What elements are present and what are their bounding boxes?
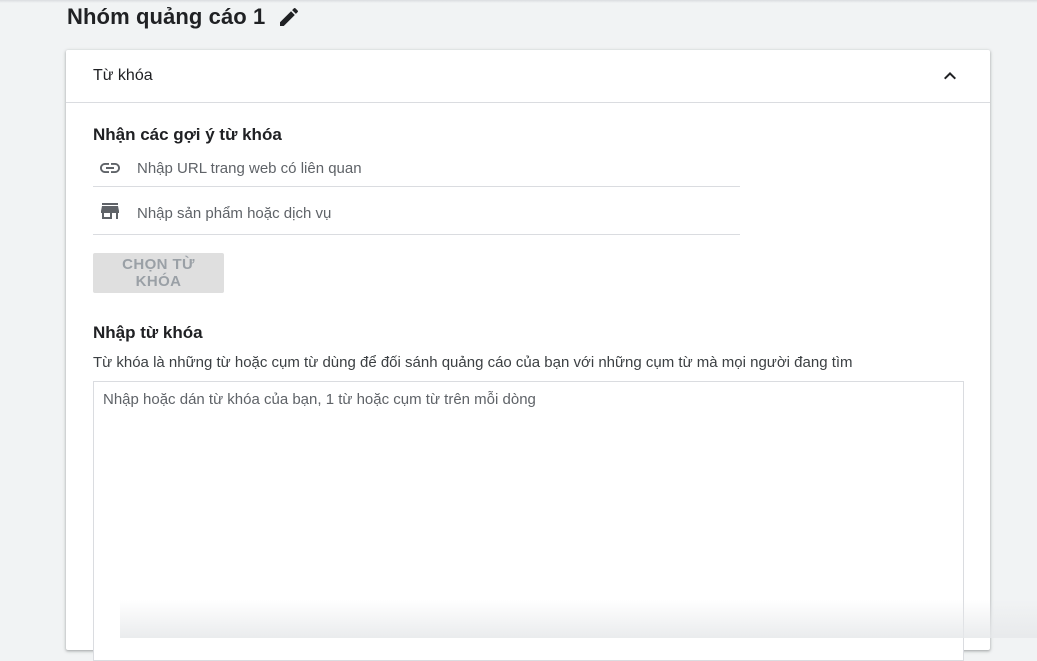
keywords-card-title: Từ khóa: [93, 67, 153, 84]
choose-keywords-button[interactable]: CHỌN TỪ KHÓA: [93, 253, 224, 293]
edit-ad-group-name-button[interactable]: [277, 5, 301, 29]
enter-keywords-title: Nhập từ khóa: [93, 323, 203, 342]
keywords-textarea[interactable]: [93, 381, 964, 661]
keywords-card-header[interactable]: Từ khóa: [66, 50, 990, 103]
url-suggestion-row: [93, 150, 740, 187]
top-shadow: [0, 0, 1037, 3]
keywords-description: Từ khóa là những từ hoặc cụm từ dùng để …: [93, 354, 853, 371]
pencil-icon: [280, 7, 299, 27]
chevron-up-icon: [944, 72, 956, 80]
url-input[interactable]: [137, 157, 727, 179]
ad-group-header: Nhóm quảng cáo 1: [67, 4, 301, 30]
collapse-button[interactable]: [938, 64, 962, 88]
product-service-input[interactable]: [137, 202, 727, 224]
ad-group-title: Nhóm quảng cáo 1: [67, 4, 266, 29]
store-icon: [98, 199, 122, 223]
link-icon: [98, 156, 122, 180]
keyword-suggestions-title: Nhận các gợi ý từ khóa: [93, 125, 282, 144]
keywords-card: Từ khóa Nhận các gợi ý từ khóa CHỌN TỪ K…: [66, 50, 990, 661]
product-suggestion-row: [93, 187, 740, 235]
